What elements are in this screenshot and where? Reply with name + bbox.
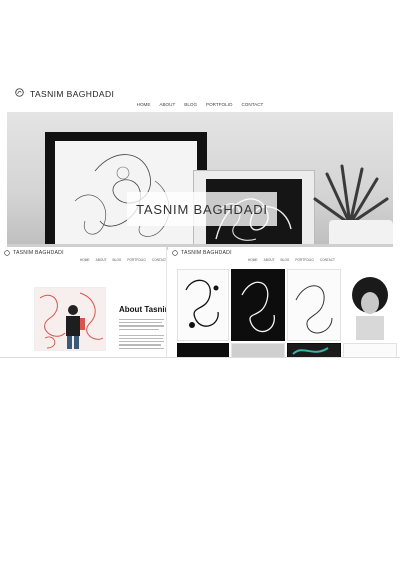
website-about-mock: TASNIM BAGHDADI HOME ABOUT BLOG PORTFOLI… — [0, 247, 167, 357]
text-line — [119, 341, 164, 343]
text-line — [119, 322, 162, 324]
nav-about[interactable]: ABOUT — [159, 102, 175, 107]
portfolio-tile-7[interactable] — [287, 343, 341, 357]
portfolio-tile-5[interactable] — [177, 343, 229, 357]
about-heading: About Tasnim — [119, 305, 167, 314]
portfolio-tile-8[interactable] — [343, 343, 397, 357]
portfolio-tile-4[interactable] — [343, 269, 397, 341]
about-paragraph-placeholder — [119, 319, 164, 351]
about-portrait-image — [34, 287, 106, 351]
nav-portfolio[interactable]: PORTFOLIO — [295, 258, 313, 262]
logo-icon[interactable] — [172, 250, 178, 256]
main-nav: HOME ABOUT BLOG PORTFOLIO CONTACT — [7, 102, 393, 107]
portfolio-tile-2[interactable] — [231, 269, 285, 341]
portrait-photo — [352, 277, 388, 340]
text-line — [119, 319, 164, 321]
portfolio-tile-3[interactable] — [287, 269, 341, 341]
nav-about[interactable]: ABOUT — [96, 258, 107, 262]
nav-home[interactable]: HOME — [248, 258, 258, 262]
hero-banner: TASNIM BAGHDADI — [7, 112, 393, 250]
logo-icon[interactable] — [4, 250, 10, 256]
text-line — [119, 328, 159, 330]
hero-artwork-frame-left — [45, 132, 207, 250]
website-portfolio-mock: TASNIM BAGHDADI HOME ABOUT BLOG PORTFOLI… — [168, 247, 400, 357]
nav-contact[interactable]: CONTACT — [320, 258, 335, 262]
portfolio-brand[interactable]: TASNIM BAGHDADI — [181, 250, 232, 256]
website-homepage-mock: TASNIM BAGHDADI HOME ABOUT BLOG PORTFOLI… — [7, 84, 393, 250]
text-line — [119, 334, 164, 336]
hero-title: TASNIM BAGHDADI — [127, 192, 277, 226]
text-line — [119, 347, 164, 349]
nav-home[interactable]: HOME — [80, 258, 90, 262]
portfolio-nav: HOME ABOUT BLOG PORTFOLIO CONTACT — [248, 258, 335, 262]
nav-portfolio[interactable]: PORTFOLIO — [127, 258, 145, 262]
portfolio-tile-1[interactable] — [177, 269, 229, 341]
logo-icon[interactable] — [15, 88, 24, 97]
about-nav: HOME ABOUT BLOG PORTFOLIO CONTACT — [80, 258, 166, 262]
nav-home[interactable]: HOME — [137, 102, 151, 107]
plant-leaves-decoration — [313, 164, 389, 226]
red-line-art-with-person — [39, 292, 104, 349]
text-line — [119, 337, 163, 340]
nav-blog[interactable]: BLOG — [281, 258, 290, 262]
nav-contact[interactable]: CONTACT — [241, 102, 263, 107]
divider — [0, 357, 400, 358]
teal-accent-art — [292, 347, 329, 355]
nav-blog[interactable]: BLOG — [113, 258, 122, 262]
portfolio-tile-6[interactable] — [231, 343, 285, 357]
line-art — [295, 285, 333, 334]
site-brand[interactable]: TASNIM BAGHDADI — [30, 89, 114, 99]
text-line — [119, 325, 164, 327]
nav-blog[interactable]: BLOG — [184, 102, 197, 107]
white-line-art — [241, 281, 275, 333]
black-line-art — [185, 279, 219, 328]
nav-contact[interactable]: CONTACT — [152, 258, 166, 262]
about-brand[interactable]: TASNIM BAGHDADI — [13, 250, 64, 256]
nav-portfolio[interactable]: PORTFOLIO — [206, 102, 232, 107]
text-line — [119, 344, 161, 346]
nav-about[interactable]: ABOUT — [264, 258, 275, 262]
